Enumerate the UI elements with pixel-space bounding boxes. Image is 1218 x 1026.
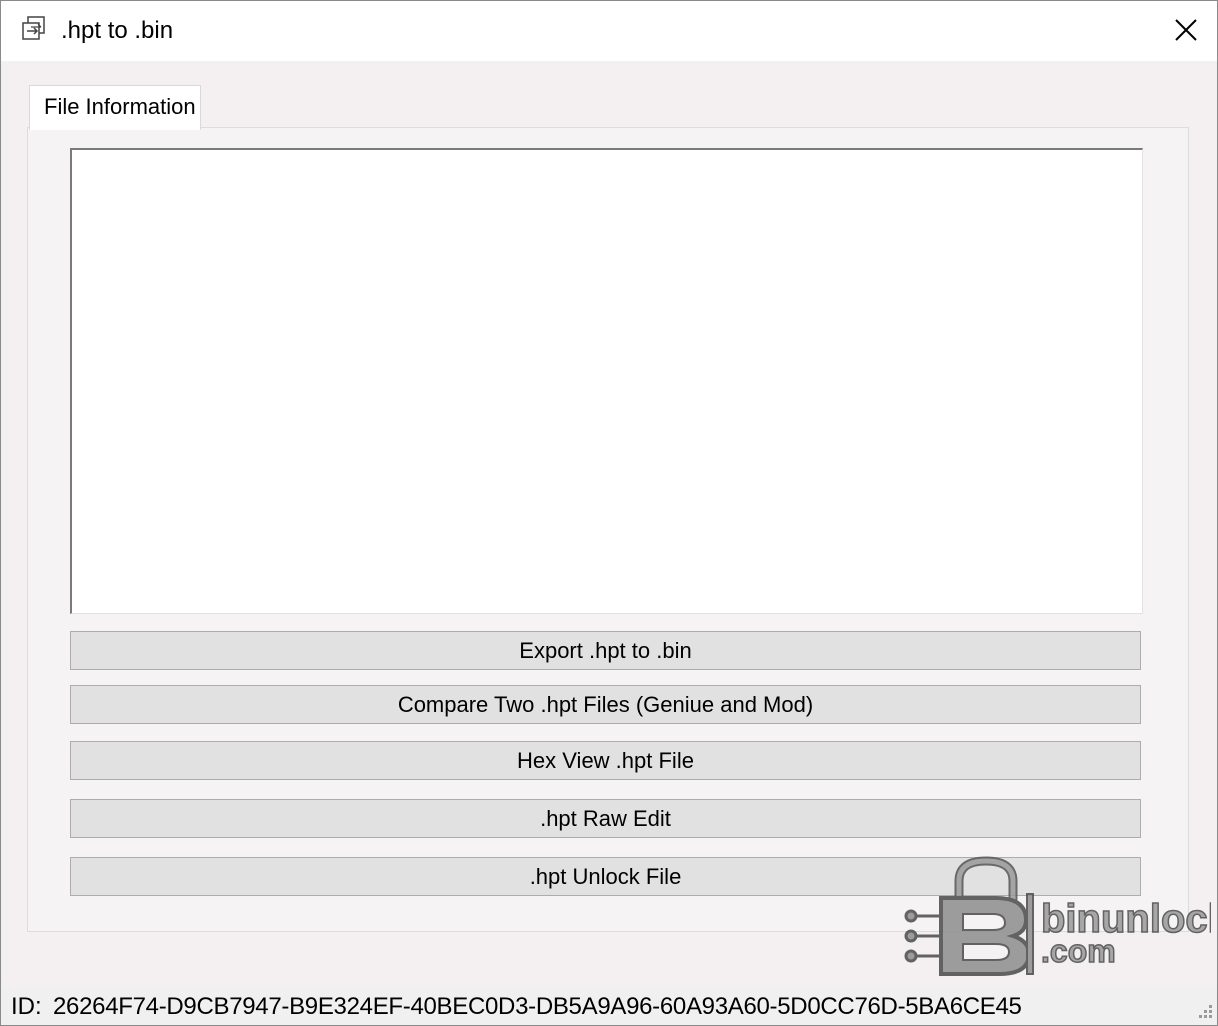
status-bar: ID: 26264F74-D9CB7947-B9E324EF-40BEC0D3-… [3,987,1217,1025]
app-window: .hpt to .bin File Information Export .hp… [0,0,1218,1026]
raw-edit-button[interactable]: .hpt Raw Edit [70,799,1141,838]
close-button[interactable] [1155,1,1217,59]
client-area: File Information Export .hpt to .bin Com… [3,61,1217,987]
binunlock-watermark-logo: binunlock .com [904,856,1211,976]
watermark-text-line2: .com [1041,933,1116,969]
id-label: ID: [11,993,42,1020]
id-value: 26264F74-D9CB7947-B9E324EF-40BEC0D3-DB5A… [53,993,1022,1020]
title-bar[interactable]: .hpt to .bin [1,1,1217,61]
app-icon [22,16,45,40]
close-icon [1175,19,1197,41]
tab-panel: Export .hpt to .bin Compare Two .hpt Fil… [27,127,1189,932]
tab-label: File Information [44,94,196,119]
window-title: .hpt to .bin [61,17,174,44]
file-info-textbox[interactable] [70,148,1143,614]
export-button[interactable]: Export .hpt to .bin [70,631,1141,670]
hex-view-button[interactable]: Hex View .hpt File [70,741,1141,780]
compare-button[interactable]: Compare Two .hpt Files (Geniue and Mod) [70,685,1141,724]
tab-file-information[interactable]: File Information [29,85,201,130]
resize-grip-icon[interactable] [1195,1003,1213,1021]
